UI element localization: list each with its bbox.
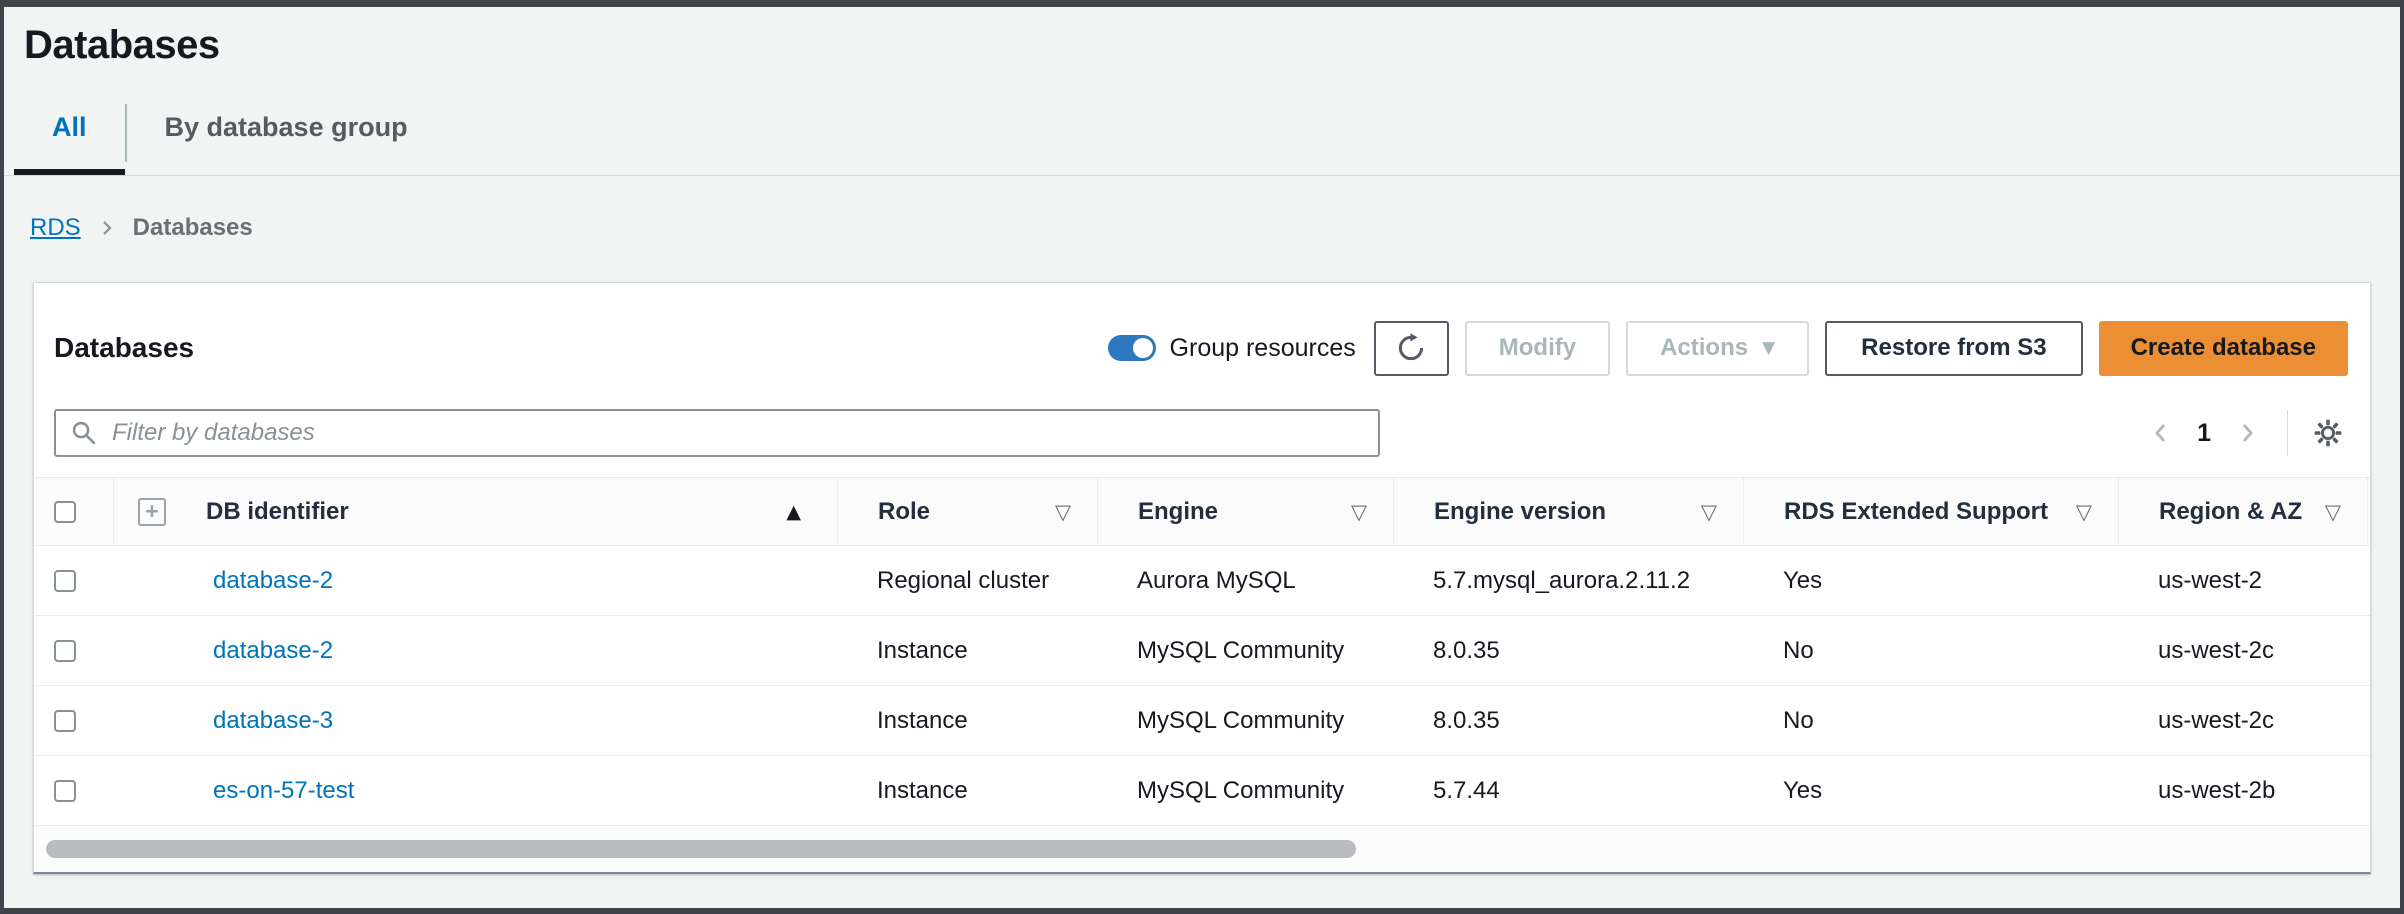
engine-cell: MySQL Community [1097,637,1393,665]
role-cell: Instance [837,637,1097,665]
row-checkbox-cell [34,570,113,592]
next-page-button[interactable] [2227,411,2267,455]
breadcrumb: RDS Databases [30,214,2400,242]
refresh-icon [1396,333,1426,363]
db-identifier-cell: database-3 [113,707,837,735]
view-tabs: All By database group [4,98,2400,176]
panel-header: Databases Group resources Modify Actions [34,283,2370,405]
search-icon [70,419,98,447]
chevron-right-icon [2234,420,2260,446]
db-identifier-link[interactable]: es-on-57-test [213,777,354,805]
table-body: database-2 Regional cluster Aurora MySQL… [34,546,2370,826]
role-cell: Instance [837,777,1097,805]
page-title: Databases [24,23,2400,68]
header-role[interactable]: Role ▽ [837,478,1097,545]
pagination: 1 [2141,410,2348,456]
create-database-button[interactable]: Create database [2099,321,2348,376]
modify-button[interactable]: Modify [1465,321,1610,376]
row-checkbox-cell [34,780,113,802]
select-all-checkbox[interactable] [54,501,76,523]
engine-version-cell: 8.0.35 [1393,707,1743,735]
header-db-identifier[interactable]: + DB identifier ▲ [113,478,837,545]
row-checkbox-cell [34,710,113,732]
breadcrumb-chevron-icon [95,216,119,240]
engine-version-cell: 5.7.44 [1393,777,1743,805]
chevron-left-icon [2148,420,2174,446]
extended-support-cell: Yes [1743,567,2118,595]
breadcrumb-rds-link[interactable]: RDS [30,214,81,242]
filter-icon[interactable]: ▽ [1055,500,1071,524]
region-az-cell: us-west-2c [2118,707,2368,735]
caret-down-icon: ▼ [1762,338,1775,358]
databases-table: + DB identifier ▲ Role ▽ Engine ▽ Engine… [34,477,2370,826]
group-resources-toggle[interactable] [1108,335,1156,361]
actions-button[interactable]: Actions ▼ [1626,321,1809,376]
row-checkbox[interactable] [54,710,76,732]
row-checkbox[interactable] [54,570,76,592]
role-cell: Regional cluster [837,567,1097,595]
restore-from-s3-button[interactable]: Restore from S3 [1825,321,2082,376]
table-row: database-2 Regional cluster Aurora MySQL… [34,546,2370,616]
filter-row: 1 [34,405,2370,477]
horizontal-scrollbar[interactable] [34,826,2370,872]
header-region-az[interactable]: Region & AZ ▽ [2118,478,2368,545]
region-az-cell: us-west-2c [2118,637,2368,665]
header-rds-extended-support[interactable]: RDS Extended Support ▽ [1743,478,2118,545]
db-identifier-cell: database-2 [113,567,837,595]
extended-support-cell: No [1743,637,2118,665]
tab-all[interactable]: All [14,98,125,175]
panel-toolbar: Group resources Modify Actions ▼ Restore… [1108,321,2348,376]
page-number: 1 [2197,419,2211,448]
region-az-cell: us-west-2b [2118,777,2368,805]
table-row: database-2 Instance MySQL Community 8.0.… [34,616,2370,686]
db-identifier-link[interactable]: database-2 [213,567,333,595]
header-engine[interactable]: Engine ▽ [1097,478,1393,545]
previous-page-button[interactable] [2141,411,2181,455]
extended-support-cell: Yes [1743,777,2118,805]
select-all-cell [34,478,113,545]
filter-icon[interactable]: ▽ [1351,500,1367,524]
filter-search-box[interactable] [54,409,1380,457]
db-identifier-cell: es-on-57-test [113,777,837,805]
db-identifier-link[interactable]: database-2 [213,637,333,665]
settings-button[interactable] [2308,411,2348,455]
row-checkbox-cell [34,640,113,662]
gear-icon [2314,415,2342,451]
breadcrumb-current: Databases [133,214,253,242]
databases-panel: Databases Group resources Modify Actions [33,282,2371,874]
table-row: es-on-57-test Instance MySQL Community 5… [34,756,2370,826]
role-cell: Instance [837,707,1097,735]
filter-input[interactable] [110,418,1364,448]
engine-cell: MySQL Community [1097,707,1393,735]
region-az-cell: us-west-2 [2118,567,2368,595]
engine-cell: Aurora MySQL [1097,567,1393,595]
header-engine-version[interactable]: Engine version ▽ [1393,478,1743,545]
filter-icon[interactable]: ▽ [1701,500,1717,524]
panel-title: Databases [54,332,194,364]
extended-support-cell: No [1743,707,2118,735]
db-identifier-cell: database-2 [113,637,837,665]
horizontal-scrollbar-thumb[interactable] [46,840,1356,858]
row-checkbox[interactable] [54,640,76,662]
db-identifier-link[interactable]: database-3 [213,707,333,735]
engine-version-cell: 8.0.35 [1393,637,1743,665]
expand-all-icon[interactable]: + [138,498,166,526]
tab-by-database-group[interactable]: By database group [127,98,446,175]
refresh-button[interactable] [1374,321,1449,376]
table-row: database-3 Instance MySQL Community 8.0.… [34,686,2370,756]
filter-icon[interactable]: ▽ [2076,500,2092,524]
toggle-knob [1133,338,1153,358]
group-resources-label: Group resources [1170,334,1356,363]
sort-ascending-icon: ▲ [786,501,801,523]
filter-icon[interactable]: ▽ [2325,500,2341,524]
table-header-row: + DB identifier ▲ Role ▽ Engine ▽ Engine… [34,478,2370,546]
pager-divider [2287,410,2288,456]
row-checkbox[interactable] [54,780,76,802]
rds-console-window: Databases All By database group RDS Data… [0,0,2404,914]
engine-version-cell: 5.7.mysql_aurora.2.11.2 [1393,567,1743,595]
engine-cell: MySQL Community [1097,777,1393,805]
